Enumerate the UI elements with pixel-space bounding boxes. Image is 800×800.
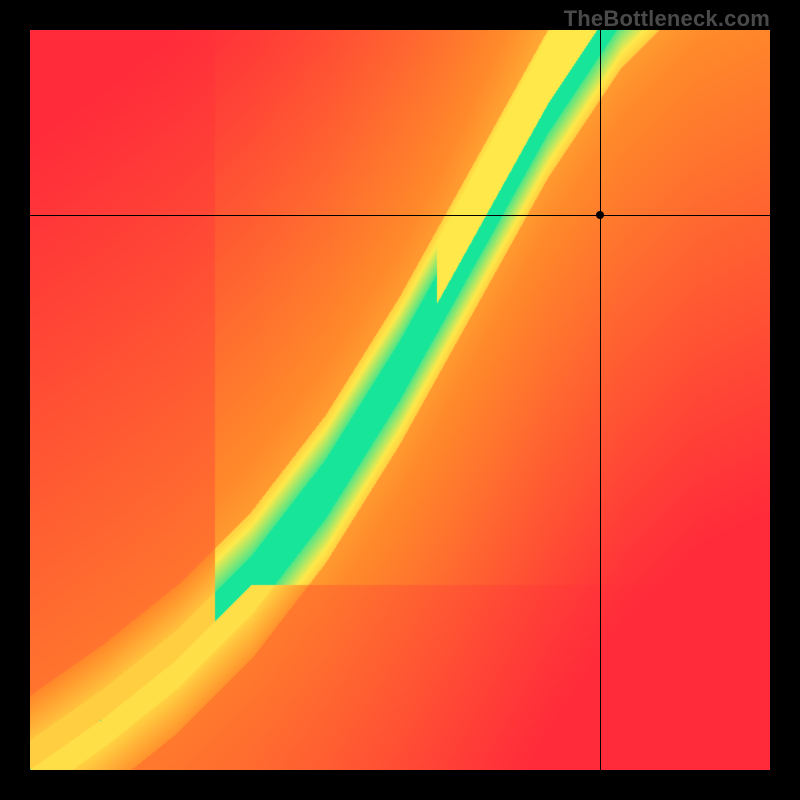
heatmap-plot	[30, 30, 770, 770]
crosshair-horizontal	[30, 215, 770, 216]
crosshair-dot	[596, 211, 604, 219]
heatmap-canvas	[30, 30, 770, 770]
watermark-text: TheBottleneck.com	[564, 6, 770, 32]
chart-frame: TheBottleneck.com	[0, 0, 800, 800]
crosshair-vertical	[600, 30, 601, 770]
